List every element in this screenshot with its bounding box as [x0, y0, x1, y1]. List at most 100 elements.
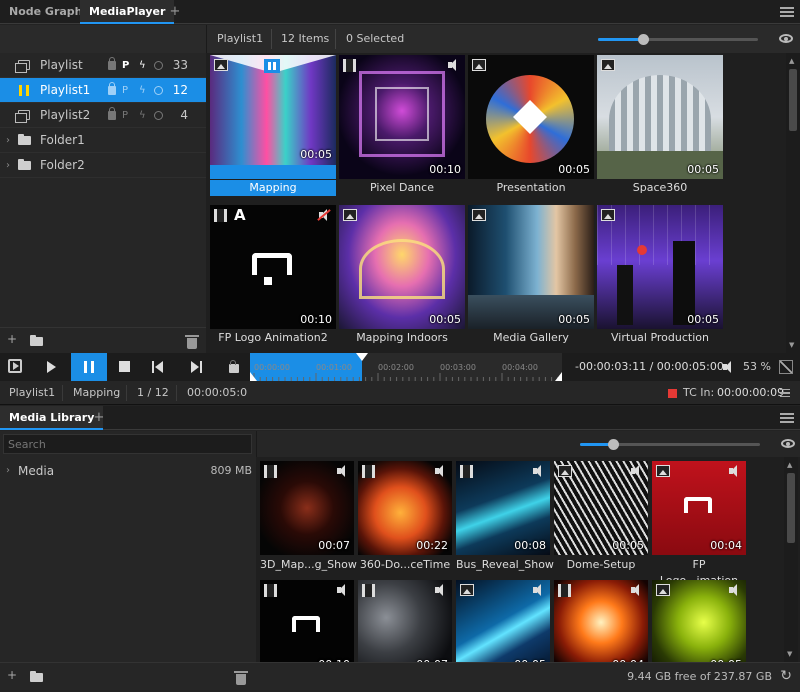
playhead[interactable]: [356, 353, 368, 361]
tab-media-library[interactable]: Media Library: [0, 406, 104, 430]
status-menu-icon[interactable]: [780, 389, 790, 397]
search-input[interactable]: [3, 434, 252, 454]
scroll-thumb[interactable]: [787, 473, 795, 543]
clip-preview: 00:05: [456, 580, 550, 662]
add-tab-button[interactable]: +: [168, 0, 182, 24]
clock-icon[interactable]: [154, 86, 163, 95]
thumb-size-slider[interactable]: [598, 34, 758, 45]
tc-in-value: 00:00:00:09: [717, 386, 785, 399]
image-icon: [601, 59, 615, 71]
out-point-marker[interactable]: [555, 372, 562, 381]
refresh-icon[interactable]: ↻: [780, 668, 792, 684]
timeline-tick-label: 00:03:00: [440, 363, 476, 372]
tc-in-label: TC In:: [683, 386, 715, 399]
bolt-icon[interactable]: ϟ: [139, 103, 146, 128]
playlist-row-selected[interactable]: Playlist1 P ϟ 12: [0, 78, 206, 103]
lock-icon[interactable]: [108, 57, 116, 70]
chevron-right-icon[interactable]: ›: [6, 128, 10, 153]
library-thumb-size-slider[interactable]: [580, 439, 760, 450]
speaker-icon: [532, 465, 546, 477]
grid-scrollbar[interactable]: ▲ ▼: [786, 53, 800, 353]
library-clip-thumb[interactable]: 00:10: [260, 580, 354, 662]
speaker-icon: [447, 59, 461, 71]
play-icon[interactable]: [47, 361, 56, 373]
clip-preview: 00:05: [468, 205, 594, 329]
clip-thumb-fp-logo-animation2[interactable]: A 00:10 FP Logo Animation2: [210, 205, 336, 351]
scroll-up-icon[interactable]: ▲: [787, 461, 792, 469]
add-icon[interactable]: +: [7, 332, 17, 346]
clip-label: Pixel Dance: [370, 181, 434, 194]
folder-row[interactable]: › Folder2: [0, 153, 206, 178]
scroll-down-icon[interactable]: ▼: [789, 341, 794, 349]
clip-duration: 00:05: [429, 313, 461, 326]
eye-icon[interactable]: [781, 439, 795, 448]
bolt-icon[interactable]: ϟ: [139, 78, 146, 103]
clip-thumb-pixel-dance[interactable]: 00:10 Pixel Dance: [339, 55, 465, 201]
timeline-tick-label: 00:00:00: [254, 363, 290, 372]
chevron-right-icon[interactable]: ›: [6, 153, 10, 178]
slider-knob[interactable]: [608, 439, 619, 450]
menu-icon[interactable]: [780, 7, 794, 17]
clip-thumb-media-gallery[interactable]: 00:05 Media Gallery: [468, 205, 594, 351]
persistent-flag[interactable]: P: [122, 78, 128, 103]
library-clip-thumb[interactable]: 00:07: [358, 580, 452, 662]
slider-knob[interactable]: [638, 34, 649, 45]
persistent-flag[interactable]: P: [122, 103, 128, 128]
image-icon: [472, 59, 486, 71]
video-icon: [460, 465, 473, 478]
timeline-lock-icon[interactable]: [229, 360, 239, 373]
next-bar: [200, 361, 202, 373]
clip-duration: 00:05: [300, 148, 332, 161]
playlist-row[interactable]: Playlist P ϟ 33: [0, 53, 206, 78]
trash-icon[interactable]: [185, 335, 199, 349]
aspect-icon[interactable]: [779, 360, 793, 374]
video-icon: [343, 59, 356, 72]
library-clip-thumb[interactable]: 00:04: [554, 580, 648, 662]
eye-icon[interactable]: [779, 34, 793, 43]
timeline[interactable]: 00:00:00 00:01:00 00:02:00 00:03:00 00:04:00: [250, 353, 562, 381]
in-point-marker[interactable]: [250, 372, 257, 381]
playlist-label: Playlist1: [40, 83, 91, 97]
new-folder-icon[interactable]: [30, 671, 43, 682]
clip-thumb-mapping-indoors[interactable]: 00:05 Mapping Indoors: [339, 205, 465, 351]
clip-duration: 00:10: [300, 313, 332, 326]
stop-icon[interactable]: [119, 361, 130, 372]
library-tree-row[interactable]: › Media 809 MB: [0, 459, 256, 483]
add-icon[interactable]: +: [7, 668, 17, 682]
pause-button[interactable]: [71, 353, 107, 381]
clip-thumb-mapping[interactable]: 00:05 Mapping: [210, 55, 336, 201]
volume-icon[interactable]: [722, 361, 736, 373]
trash-icon[interactable]: [234, 671, 248, 685]
clock-icon[interactable]: [154, 61, 163, 70]
now-playing-pause-icon: [264, 59, 280, 73]
library-status: 9.44 GB free of 237.87 GB ↻: [256, 662, 800, 690]
lock-icon[interactable]: [108, 107, 116, 120]
folder-row[interactable]: › Folder1: [0, 128, 206, 153]
playlist-row[interactable]: Playlist2 P ϟ 4: [0, 103, 206, 128]
tab-media-player[interactable]: MediaPlayer: [80, 0, 175, 24]
clip-preview: 00:05: [468, 55, 594, 179]
clip-thumb-presentation[interactable]: 00:05 Presentation: [468, 55, 594, 201]
add-library-tab-button[interactable]: +: [92, 406, 106, 430]
library-clip-thumb[interactable]: 00:05: [652, 580, 746, 662]
library-scrollbar[interactable]: ▲ ▼: [784, 457, 798, 662]
clip-preview: 00:22: [358, 461, 452, 555]
clock-icon[interactable]: [154, 111, 163, 120]
scroll-thumb[interactable]: [789, 69, 797, 131]
persistent-flag[interactable]: P: [122, 53, 129, 78]
chevron-right-icon[interactable]: ›: [6, 459, 10, 483]
scroll-up-icon[interactable]: ▲: [789, 57, 794, 65]
scroll-down-icon[interactable]: ▼: [787, 650, 792, 658]
new-folder-icon[interactable]: [30, 335, 43, 346]
tab-node-graph[interactable]: Node Graph: [0, 0, 92, 24]
play-mode-icon[interactable]: [8, 359, 22, 373]
clip-thumb-virtual-production[interactable]: 00:05 Virtual Production: [597, 205, 723, 351]
clip-thumb-space360[interactable]: 00:05 Space360: [597, 55, 723, 201]
lock-icon[interactable]: [108, 82, 116, 95]
library-menu-icon[interactable]: [780, 413, 794, 423]
next-icon[interactable]: [191, 361, 199, 373]
previous-icon[interactable]: [152, 361, 154, 373]
library-clip-thumb[interactable]: 00:05: [456, 580, 550, 662]
bolt-icon[interactable]: ϟ: [139, 53, 146, 78]
clip-label: FP Logo Animation2: [218, 331, 328, 344]
